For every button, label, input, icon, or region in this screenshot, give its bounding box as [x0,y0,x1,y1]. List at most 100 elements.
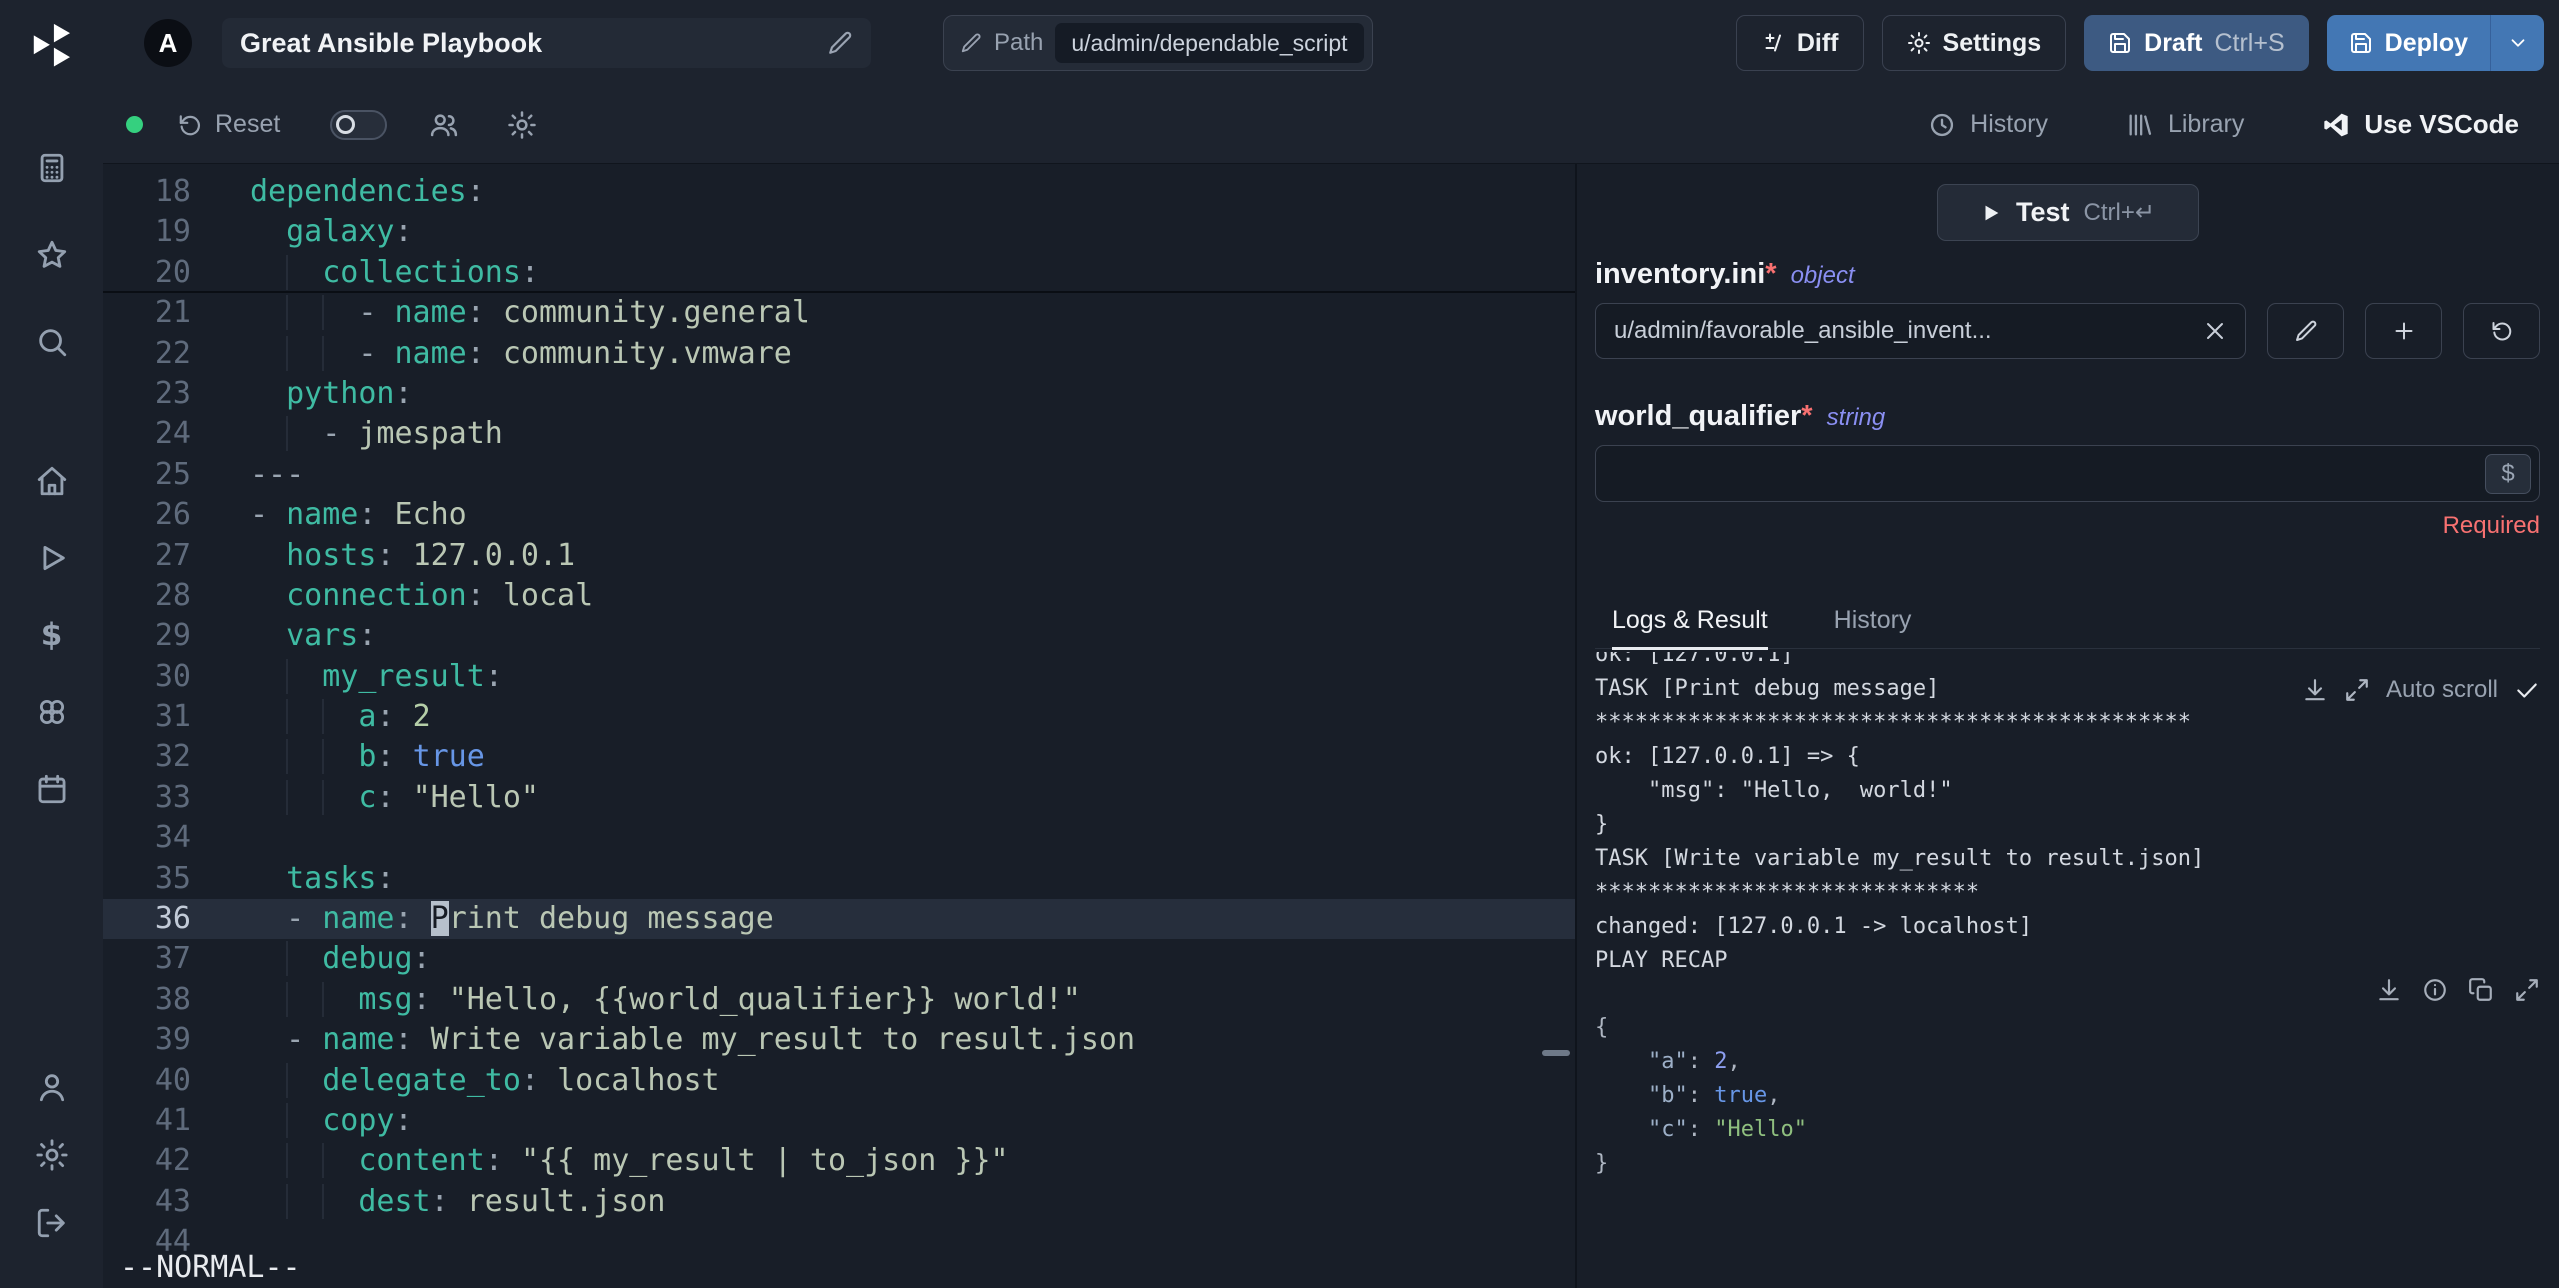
log-line: } [1595,812,1609,837]
code-line[interactable]: 38 msg: "Hello, {{world_qualifier}} worl… [103,980,1575,1020]
status-dot [126,116,143,133]
plus-icon [2392,319,2416,343]
info-icon[interactable] [2422,977,2448,1003]
users-icon[interactable] [429,110,459,140]
edit-title-icon[interactable] [827,30,853,56]
deploy-button[interactable]: Deploy [2327,15,2490,71]
home-icon[interactable] [35,464,69,498]
line-number: 21 [154,295,191,331]
vim-mode-indicator: --NORMAL-- [120,1250,301,1285]
code-line[interactable]: 28 connection: local [103,576,1575,616]
clear-resource-icon[interactable] [2203,319,2227,343]
use-vscode-button[interactable]: Use VSCode [2322,109,2519,140]
edit-resource-button[interactable] [2267,303,2344,359]
code-text: a: 2 [191,697,430,737]
calculator-icon[interactable] [35,151,69,185]
code-line[interactable]: 35 tasks: [103,859,1575,899]
toggle-switch[interactable] [330,109,388,140]
code-line[interactable]: 31 a: 2 [103,697,1575,737]
code-line[interactable]: 29 vars: [103,616,1575,656]
star-icon[interactable] [35,238,69,272]
variable-picker-button[interactable]: $ [2485,454,2531,494]
script-title-box[interactable]: Great Ansible Playbook [222,18,871,68]
windmill-logo-icon[interactable] [29,22,75,68]
runs-play-icon[interactable] [35,541,69,575]
code-line[interactable]: 43 dest: result.json [103,1182,1575,1222]
log-line: "msg": "Hello, world!" [1595,778,1953,803]
code-text: - name: Print debug message [286,901,774,937]
result-tabs: Logs & Result History [1595,606,2540,650]
tab-history[interactable]: History [1834,606,1912,648]
path-widget[interactable]: Path u/admin/dependable_script [943,15,1373,71]
search-icon[interactable] [35,325,69,359]
schedules-calendar-icon[interactable] [35,772,69,806]
settings-gear-icon[interactable] [35,1138,69,1172]
topbar: A Great Ansible Playbook Path u/admin/de… [103,0,2559,164]
refresh-icon [177,112,203,138]
code-line[interactable]: 30 my_result: [103,657,1575,697]
log-line: TASK [Write variable my_result to result… [1595,846,2205,871]
code-line[interactable]: 22 - name: community.vmware [103,334,1575,374]
code-line[interactable]: 18 dependencies: [103,172,1575,212]
code-text: my_result: [191,657,503,697]
download-result-icon[interactable] [2376,977,2402,1003]
code-line[interactable]: 20 collections: [103,253,1575,294]
library-button[interactable]: Library [2126,110,2244,139]
history-button[interactable]: History [1928,110,2048,139]
code-line[interactable]: 24 - jmespath [103,414,1575,454]
log-line: ok: [127.0.0.1] => { [1595,744,1860,769]
code-line[interactable]: 33 c: "Hello" [103,778,1575,818]
result-json: { "a": 2, "b": true, "c": "Hello"} [1595,1011,2540,1181]
clock-icon [1928,111,1956,139]
code-text: - name: community.vmware [191,334,791,374]
resources-icon[interactable] [35,695,69,729]
deploy-dropdown-button[interactable] [2490,15,2544,71]
line-number: 19 [154,214,191,250]
inventory-resource-input[interactable]: u/admin/favorable_ansible_invent... [1595,303,2246,359]
code-line[interactable]: 27 hosts: 127.0.0.1 [103,536,1575,576]
reset-button[interactable]: Reset [177,110,280,139]
code-line[interactable]: 42 content: "{{ my_result | to_json }}" [103,1141,1575,1181]
tab-logs-result[interactable]: Logs & Result [1612,606,1768,650]
user-icon[interactable] [35,1070,69,1104]
add-resource-button[interactable] [2365,303,2442,359]
pencil-icon [2294,319,2318,343]
code-line[interactable]: 39 - name: Write variable my_result to r… [103,1020,1575,1060]
copy-icon[interactable] [2468,977,2494,1003]
code-line[interactable]: 25 --- [103,455,1575,495]
code-text: - name: community.general [191,293,810,333]
code-line[interactable]: 37 debug: [103,939,1575,979]
gear-icon [1907,31,1931,55]
code-line[interactable]: 40 delegate_to: localhost [103,1061,1575,1101]
logout-icon[interactable] [35,1206,69,1240]
line-number: 40 [154,1062,191,1098]
code-line[interactable]: 23 python: [103,374,1575,414]
auto-scroll-checkbox[interactable] [2514,677,2540,703]
diff-button[interactable]: Diff [1735,15,1864,71]
required-error: Required [2442,512,2540,539]
code-line[interactable]: 21 - name: community.general [103,293,1575,333]
download-logs-icon[interactable] [2302,677,2328,703]
code-line[interactable]: 36 - name: Print debug message [103,899,1575,940]
gear-icon[interactable] [507,110,537,140]
code-line[interactable]: 32 b: true [103,737,1575,777]
line-number: 22 [154,335,191,371]
code-line[interactable]: 19 galaxy: [103,212,1575,252]
line-number: 31 [154,699,191,735]
settings-button[interactable]: Settings [1881,15,2067,71]
code-line[interactable]: 41 copy: [103,1101,1575,1141]
code-editor[interactable]: 18 dependencies: 19 galaxy: 20 collections:… [103,164,1575,1288]
draft-button[interactable]: Draft Ctrl+S [2084,15,2309,71]
line-number: 42 [154,1143,191,1179]
variables-dollar-icon[interactable]: $ [35,617,69,653]
avatar[interactable]: A [144,19,192,67]
expand-result-icon[interactable] [2514,977,2540,1003]
code-line[interactable]: 44 [103,1222,1575,1252]
code-line[interactable]: 34 [103,818,1575,858]
test-button[interactable]: Test Ctrl+↵ [1936,184,2199,241]
expand-logs-icon[interactable] [2344,677,2370,703]
refresh-resource-button[interactable] [2463,303,2540,359]
world-qualifier-input[interactable]: $ [1595,445,2540,502]
field-type: string [1826,404,1886,431]
code-line[interactable]: 26 - name: Echo [103,495,1575,535]
